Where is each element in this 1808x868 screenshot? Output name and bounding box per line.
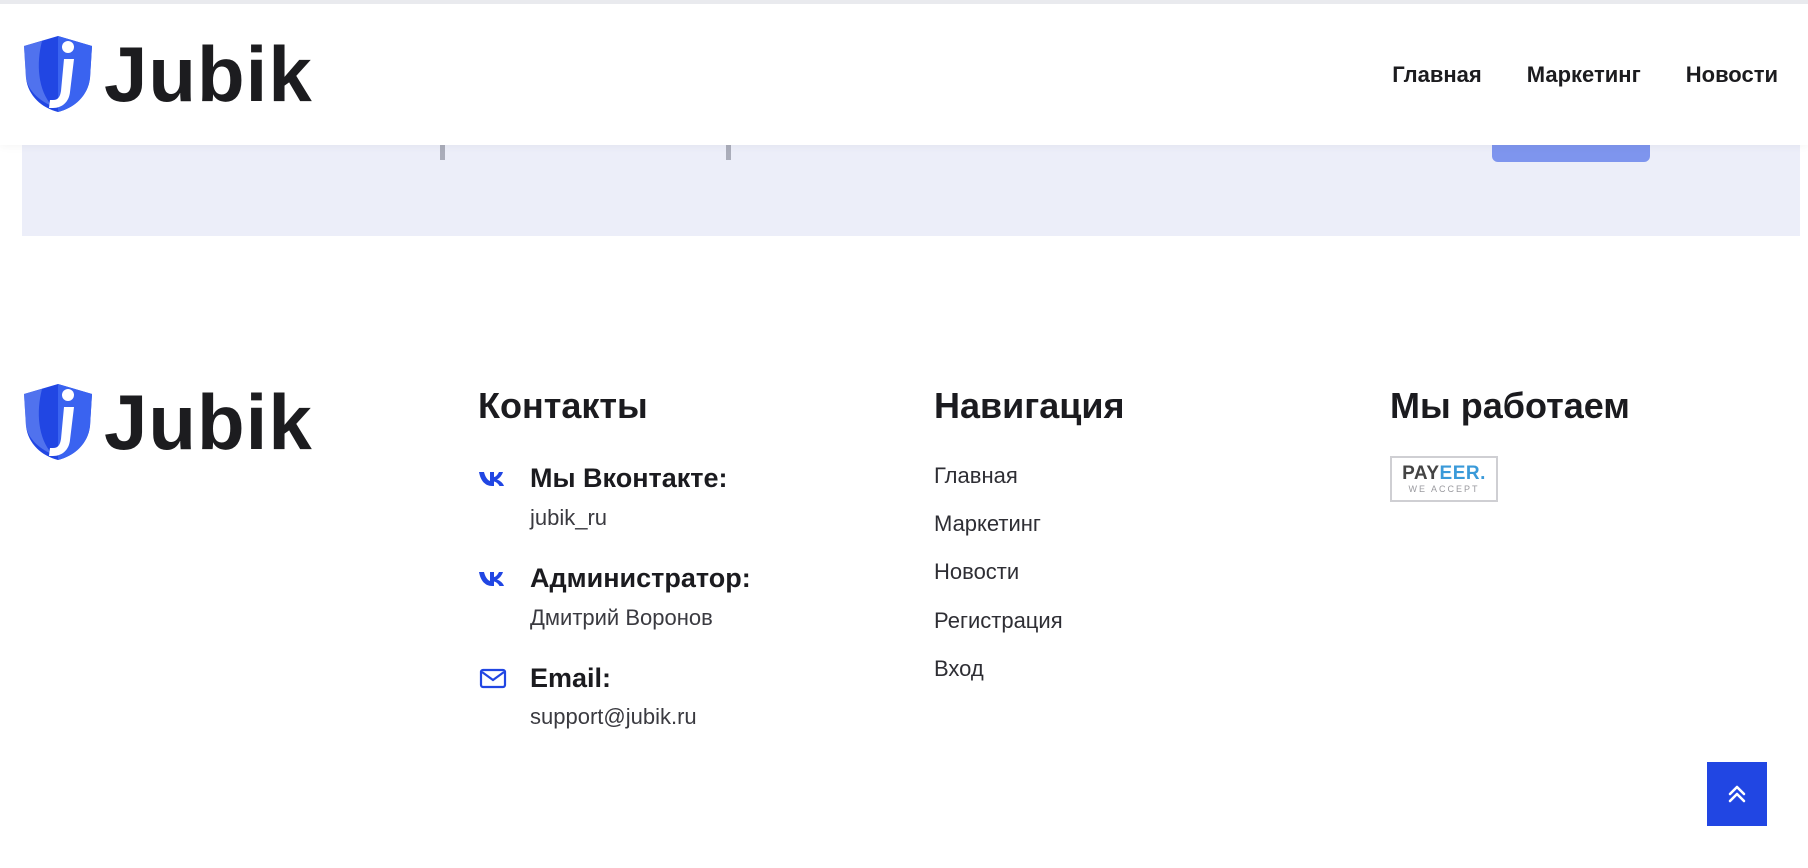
site-header: Jubik Главная Маркетинг Новости xyxy=(0,0,1808,145)
contact-title: Email: xyxy=(530,662,612,693)
main-nav: Главная Маркетинг Новости xyxy=(1392,62,1778,88)
footer-link-marketing[interactable]: Маркетинг xyxy=(934,511,1041,536)
footer-link-news[interactable]: Новости xyxy=(934,559,1019,584)
payeer-badge: PAYEER. WE ACCEPT xyxy=(1390,456,1498,502)
list-item: Вход xyxy=(934,656,1125,681)
navigation-heading: Навигация xyxy=(934,385,1125,426)
contact-vk: Мы Вконтакте: jubik_ru xyxy=(478,463,751,530)
footer-logo[interactable]: Jubik xyxy=(22,382,313,462)
vk-icon xyxy=(479,472,504,486)
double-chevron-up-icon xyxy=(1728,785,1746,803)
footer-contacts: Контакты Мы Вконтакте: jubik_ru Админист… xyxy=(478,388,751,730)
shield-j-icon xyxy=(24,36,92,112)
mail-icon xyxy=(479,668,507,688)
payments-heading: Мы работаем xyxy=(1390,385,1630,426)
contact-value[interactable]: support@jubik.ru xyxy=(530,705,751,729)
footer-link-login[interactable]: Вход xyxy=(934,656,984,681)
logo-wordmark: Jubik xyxy=(104,30,313,118)
nav-item-news[interactable]: Новости xyxy=(1686,62,1778,88)
shield-j-icon xyxy=(24,384,92,460)
nav-item-marketing[interactable]: Маркетинг xyxy=(1527,62,1641,88)
footer-payments: Мы работаем PAYEER. WE ACCEPT xyxy=(1390,388,1630,502)
list-item: Новости xyxy=(934,560,1125,584)
footer-navigation: Навигация Главная Маркетинг Новости Реги… xyxy=(934,388,1125,705)
contact-title: Администратор: xyxy=(530,562,751,593)
vk-icon xyxy=(479,571,504,586)
contact-email: Email: support@jubik.ru xyxy=(478,662,751,730)
footer-link-home[interactable]: Главная xyxy=(934,463,1018,488)
list-item: Регистрация xyxy=(934,608,1125,633)
contact-title: Мы Вконтакте: xyxy=(530,463,728,493)
nav-item-home[interactable]: Главная xyxy=(1392,62,1481,88)
footer-nav-list: Главная Маркетинг Новости Регистрация Вх… xyxy=(934,463,1125,681)
page: Jubik Главная Маркетинг Новости Jubik Ко… xyxy=(0,0,1808,868)
contact-value[interactable]: jubik_ru xyxy=(530,505,751,530)
contact-value[interactable]: Дмитрий Воронов xyxy=(530,605,751,630)
contacts-heading: Контакты xyxy=(478,385,648,426)
footer-link-register[interactable]: Регистрация xyxy=(934,608,1063,633)
logo-wordmark: Jubik xyxy=(104,378,313,466)
list-item: Главная xyxy=(934,463,1125,488)
list-item: Маркетинг xyxy=(934,512,1125,536)
contact-admin: Администратор: Дмитрий Воронов xyxy=(478,562,751,630)
payeer-subtitle: WE ACCEPT xyxy=(1408,484,1480,494)
payeer-logo: PAYEER. xyxy=(1402,463,1486,484)
header-logo[interactable]: Jubik xyxy=(22,34,313,114)
scroll-top-button[interactable] xyxy=(1707,762,1767,826)
